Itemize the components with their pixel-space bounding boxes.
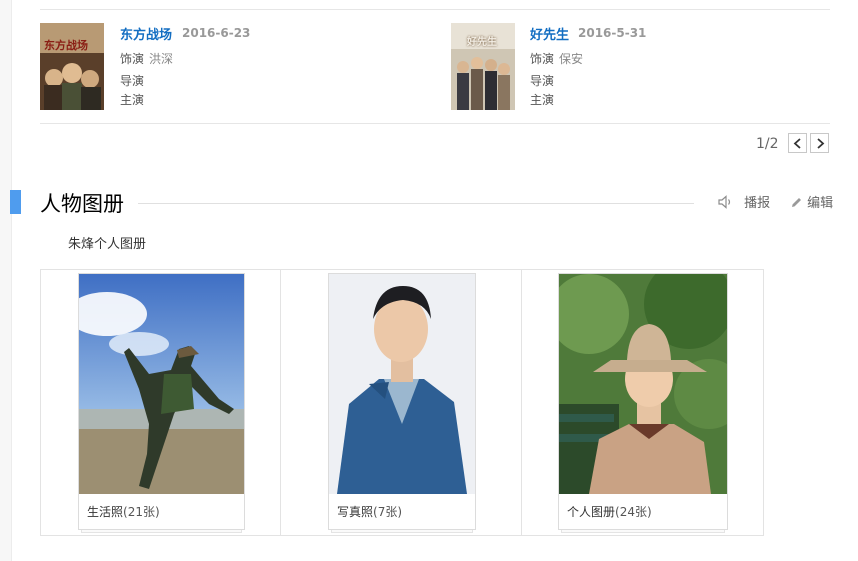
film-role-1: 饰演 洪深 — [120, 50, 173, 67]
album-card-1[interactable]: 生活照(21张) — [78, 273, 245, 530]
chevron-right-icon — [817, 138, 825, 149]
album-count-3: (24张) — [615, 505, 652, 519]
film-role-2: 饰演 保安 — [530, 50, 583, 67]
speaker-icon — [718, 195, 731, 209]
album-count-1: (21张) — [123, 505, 160, 519]
album-cell-1: 生活照(21张) — [41, 270, 281, 535]
album-cell-2: 写真照(7张) — [282, 270, 522, 535]
prev-page-button[interactable] — [788, 133, 807, 153]
role-name-1: 洪深 — [149, 52, 174, 66]
album-stack-2 — [331, 530, 473, 533]
album-caption-1: 生活照(21张) — [87, 503, 160, 520]
film-date-1: 2016-6-23 — [182, 26, 251, 40]
section-title: 人物图册 — [40, 192, 124, 216]
section-rule — [138, 203, 694, 204]
album-count-2: (7张) — [373, 505, 403, 519]
album-name-2: 写真照 — [337, 505, 374, 519]
film-title-1[interactable]: 东方战场 — [120, 24, 172, 43]
film-title-2[interactable]: 好先生 — [530, 24, 569, 43]
film-director-2: 导演 — [530, 74, 555, 88]
poster-caption-1: 东方战场 — [44, 39, 88, 52]
poster-caption-2: 好先生 — [467, 37, 497, 48]
album-gallery: 生活照(21张) 写真照(7张) 个人图册(24张) — [40, 269, 764, 536]
film-stars-1: 主演 — [120, 93, 145, 107]
album-cell-3: 个人图册(24张) — [523, 270, 763, 535]
album-caption-3: 个人图册(24张) — [567, 503, 652, 520]
film-date-2: 2016-5-31 — [578, 26, 647, 40]
album-photo-1[interactable] — [79, 274, 244, 494]
chevron-left-icon — [793, 138, 801, 149]
album-subtitle: 朱烽个人图册 — [68, 237, 147, 252]
pencil-icon — [792, 198, 801, 207]
role-name-2: 保安 — [559, 52, 584, 66]
album-photo-2[interactable] — [329, 274, 475, 494]
broadcast-button[interactable]: 播报 — [718, 192, 770, 211]
divider-middle — [40, 123, 830, 124]
divider-top — [40, 9, 830, 10]
album-stack-1 — [81, 530, 242, 533]
film-poster-1[interactable]: 东方战场 — [40, 23, 104, 110]
section-marker — [10, 190, 21, 214]
next-page-button[interactable] — [810, 133, 829, 153]
film-poster-2[interactable]: 好先生 — [451, 23, 515, 110]
album-card-2[interactable]: 写真照(7张) — [328, 273, 476, 530]
album-caption-2: 写真照(7张) — [337, 503, 402, 520]
album-photo-3[interactable] — [559, 274, 727, 494]
album-stack-3 — [561, 530, 725, 533]
album-name-1: 生活照 — [87, 505, 124, 519]
film-director-1: 导演 — [120, 74, 145, 88]
page-indicator: 1/2 — [756, 136, 779, 152]
album-name-3: 个人图册 — [567, 505, 616, 519]
edit-button[interactable]: 编辑 — [790, 192, 833, 211]
film-stars-2: 主演 — [530, 93, 555, 107]
left-rail — [0, 0, 12, 561]
edit-label: 编辑 — [807, 196, 834, 211]
broadcast-label: 播报 — [744, 196, 771, 211]
album-card-3[interactable]: 个人图册(24张) — [558, 273, 728, 530]
role-label-1: 饰演 — [120, 52, 145, 66]
role-label-2: 饰演 — [530, 52, 555, 66]
